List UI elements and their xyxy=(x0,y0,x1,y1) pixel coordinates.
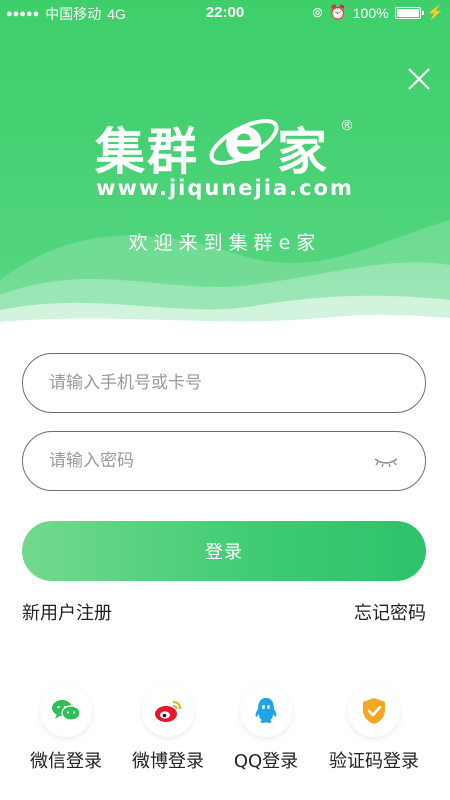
logo-name-right: 家 xyxy=(277,122,329,181)
login-button[interactable]: 登录 xyxy=(22,521,426,581)
charging-icon: ⚡ xyxy=(426,4,444,20)
wechat-login-label: 微信登录 xyxy=(30,751,102,772)
weibo-icon xyxy=(155,701,181,722)
forgot-password-link[interactable]: 忘记密码 xyxy=(354,599,426,625)
brand-url: www.jiqunejia.com xyxy=(96,176,354,200)
battery-icon xyxy=(394,6,424,19)
qq-icon-circle xyxy=(240,685,292,737)
qq-login-label: QQ登录 xyxy=(233,751,299,772)
logo-e-letter: e xyxy=(224,105,265,175)
sms-code-login-button[interactable]: 验证码登录 xyxy=(324,685,424,773)
shield-icon-circle xyxy=(348,685,400,737)
weibo-login-label: 微博登录 xyxy=(132,751,204,772)
brand-logo: 集群 家 e ® www.jiqunejia.com xyxy=(0,100,450,220)
eye-closed-icon[interactable] xyxy=(373,454,399,470)
phone-input[interactable] xyxy=(49,373,349,393)
close-icon[interactable] xyxy=(406,66,432,92)
password-input[interactable] xyxy=(49,451,349,471)
wechat-login-button[interactable]: 微信登录 xyxy=(16,685,116,773)
status-right: ⊚ ⏰ 100% ⚡ xyxy=(312,4,444,21)
weibo-login-button[interactable]: 微博登录 xyxy=(118,685,218,773)
shield-check-icon xyxy=(363,698,385,724)
password-field[interactable] xyxy=(22,431,426,491)
logo-e-emblem: e xyxy=(209,105,279,175)
battery-percent: 100% xyxy=(352,4,389,21)
logo-name-left: 集群 xyxy=(95,122,199,181)
sms-code-login-label: 验证码登录 xyxy=(329,751,419,772)
alarm-icon: ⏰ xyxy=(329,4,347,20)
welcome-text: 欢迎来到集群e家 xyxy=(128,232,322,254)
wechat-icon xyxy=(52,700,81,721)
rotation-lock-icon: ⊚ xyxy=(311,4,324,20)
register-link[interactable]: 新用户注册 xyxy=(22,599,112,625)
qq-login-button[interactable]: QQ登录 xyxy=(216,685,316,773)
weibo-icon-circle xyxy=(142,685,194,737)
battery-fill xyxy=(396,8,419,17)
qq-icon xyxy=(255,698,277,723)
wechat-icon-circle xyxy=(40,685,92,737)
status-bar: ●●●●● 中国移动 4G 22:00 ⊚ ⏰ 100% ⚡ xyxy=(0,0,450,26)
registered-mark: ® xyxy=(340,118,354,134)
phone-field[interactable] xyxy=(22,353,426,413)
